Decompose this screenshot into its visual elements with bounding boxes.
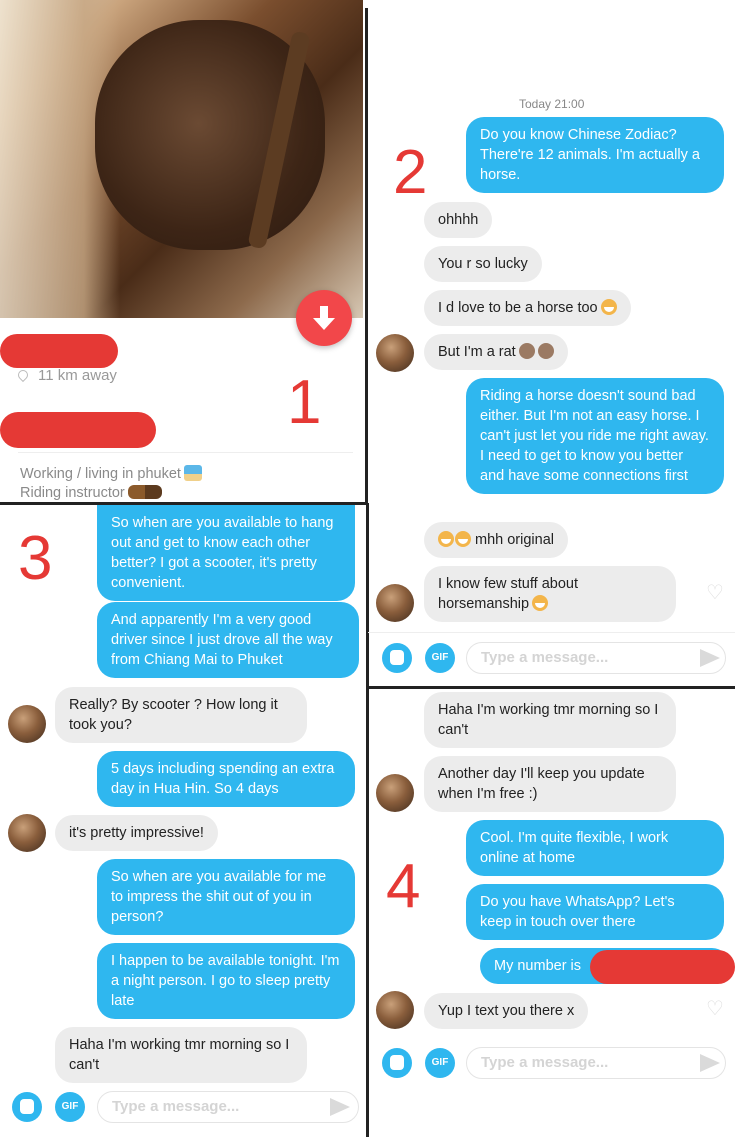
- panel-number-4: 4: [386, 852, 421, 921]
- message-out[interactable]: And apparently I'm a very good driver si…: [97, 602, 359, 678]
- like-heart-icon[interactable]: ♡: [706, 996, 724, 1021]
- profile-separator: [18, 452, 353, 453]
- message-input[interactable]: Type a message...: [466, 1047, 726, 1079]
- message-out[interactable]: Cool. I'm quite flexible, I work online …: [466, 820, 724, 876]
- bio-line-1: Working / living in phuket: [20, 465, 202, 482]
- message-in[interactable]: Another day I'll keep you update when I'…: [424, 756, 676, 812]
- avatar[interactable]: [376, 991, 414, 1029]
- sticker-icon[interactable]: [382, 1048, 412, 1078]
- laughing-emoji-icon: [600, 299, 617, 315]
- message-in[interactable]: But I'm a rat: [424, 334, 568, 370]
- message-in[interactable]: I d love to be a horse too: [424, 290, 631, 326]
- laughing-emoji-icon: [438, 531, 454, 547]
- gif-button[interactable]: GIF: [425, 1048, 455, 1078]
- message-text: But I'm a rat: [438, 344, 516, 360]
- arrow-down-icon: [313, 306, 335, 330]
- chat-timestamp: Today 21:00: [519, 97, 585, 111]
- laughing-emoji-icon: [532, 595, 549, 611]
- rat-emoji-icon: [537, 343, 554, 359]
- message-out[interactable]: Riding a horse doesn't sound bad either.…: [466, 378, 724, 494]
- avatar[interactable]: [376, 334, 414, 372]
- message-in[interactable]: ohhhh: [424, 202, 493, 238]
- redacted-name: [0, 334, 118, 368]
- download-fab[interactable]: [296, 290, 352, 346]
- message-text: I d love to be a horse too: [438, 300, 598, 316]
- message-in[interactable]: Really? By scooter ? How long it took yo…: [55, 687, 307, 743]
- like-heart-icon[interactable]: ♡: [706, 580, 724, 605]
- composer-separator: [368, 632, 735, 633]
- message-in[interactable]: Yup I text you there x: [424, 993, 589, 1029]
- message-out[interactable]: I happen to be available tonight. I'm a …: [97, 943, 355, 1019]
- avatar[interactable]: [376, 584, 414, 622]
- message-out[interactable]: Do you know Chinese Zodiac? There're 12 …: [466, 117, 724, 193]
- panel-number-3: 3: [18, 524, 53, 593]
- message-in[interactable]: Haha I'm working tmr morning so I can't: [55, 1027, 307, 1083]
- redacted-phone-number: [590, 950, 735, 984]
- message-text: I know few stuff about horsemanship: [438, 576, 578, 612]
- vertical-divider-bottom: [366, 503, 369, 1137]
- avatar[interactable]: [8, 705, 46, 743]
- rat-emoji-icon: [518, 343, 535, 359]
- location-pin-icon: [15, 367, 31, 383]
- message-out[interactable]: Do you have WhatsApp? Let's keep in touc…: [466, 884, 724, 940]
- message-in[interactable]: You r so lucky: [424, 246, 542, 282]
- send-icon[interactable]: [700, 649, 720, 667]
- horse-emoji-icon: [127, 485, 162, 499]
- send-icon[interactable]: [330, 1098, 350, 1116]
- horizontal-divider-right: [366, 686, 735, 689]
- beach-emoji-icon: [183, 465, 202, 481]
- message-input[interactable]: Type a message...: [97, 1091, 359, 1123]
- message-input[interactable]: Type a message...: [466, 642, 726, 674]
- bio-line-2: Riding instructor: [20, 485, 162, 501]
- redacted-info: [0, 412, 156, 448]
- sticker-icon[interactable]: [382, 643, 412, 673]
- message-in[interactable]: mhh original: [424, 522, 568, 558]
- message-out[interactable]: So when are you available to hang out an…: [97, 505, 355, 601]
- panel-number-1: 1: [287, 368, 322, 437]
- gif-button[interactable]: GIF: [55, 1092, 85, 1122]
- message-out[interactable]: 5 days including spending an extra day i…: [97, 751, 355, 807]
- sticker-icon[interactable]: [12, 1092, 42, 1122]
- avatar[interactable]: [376, 774, 414, 812]
- message-in[interactable]: Haha I'm working tmr morning so I can't: [424, 692, 676, 748]
- distance-row: 11 km away: [15, 367, 117, 384]
- profile-photo[interactable]: [0, 0, 363, 318]
- laughing-emoji-icon: [455, 531, 471, 547]
- message-in[interactable]: I know few stuff about horsemanship: [424, 566, 676, 622]
- panel-number-2: 2: [393, 138, 428, 207]
- message-text: mhh original: [475, 532, 554, 548]
- gif-button[interactable]: GIF: [425, 643, 455, 673]
- message-out[interactable]: So when are you available for me to impr…: [97, 859, 355, 935]
- avatar[interactable]: [8, 814, 46, 852]
- vertical-divider-top: [365, 8, 368, 503]
- distance-text: 11 km away: [38, 367, 117, 384]
- message-in[interactable]: it's pretty impressive!: [55, 815, 218, 851]
- send-icon[interactable]: [700, 1054, 720, 1072]
